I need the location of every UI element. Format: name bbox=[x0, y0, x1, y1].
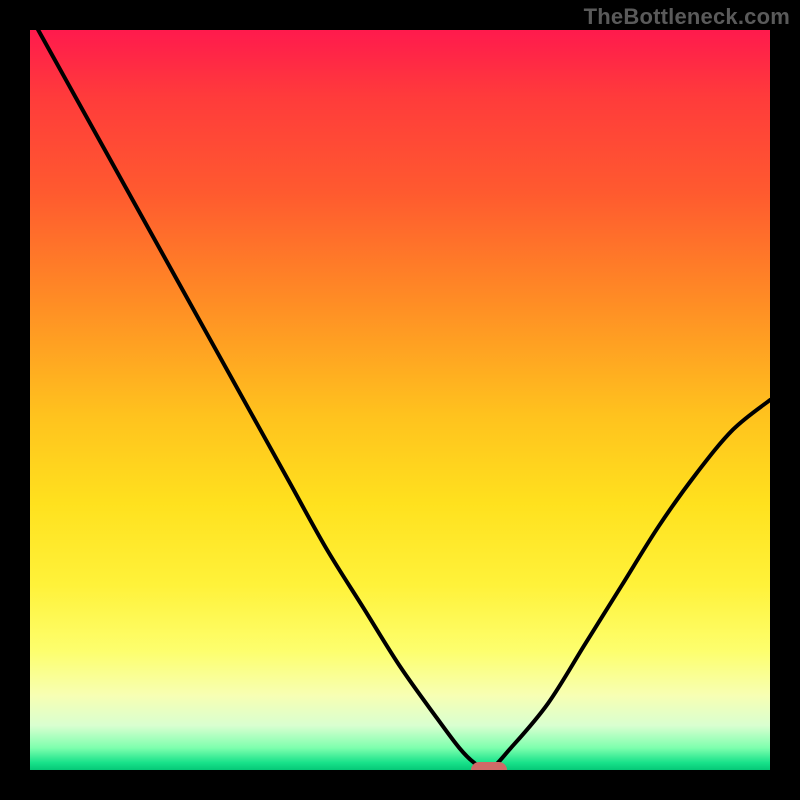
frame-bottom bbox=[0, 770, 800, 800]
frame-right bbox=[770, 0, 800, 800]
bottleneck-curve bbox=[30, 30, 770, 770]
optimal-marker bbox=[471, 762, 507, 770]
plot-area bbox=[30, 30, 770, 770]
frame-left bbox=[0, 0, 30, 800]
chart-stage: TheBottleneck.com bbox=[0, 0, 800, 800]
watermark-text: TheBottleneck.com bbox=[584, 4, 790, 30]
